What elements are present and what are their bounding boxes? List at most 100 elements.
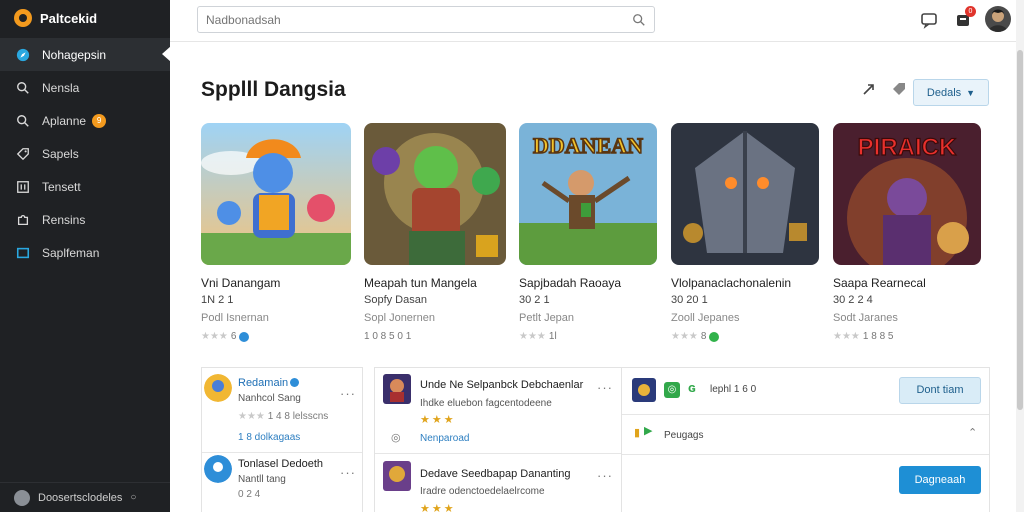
sidebar-item-label: Tensett <box>42 179 81 194</box>
badge-icon: ▮ <box>634 427 641 439</box>
list-item-subtitle: Nanhcol Sang <box>238 393 301 404</box>
sidebar-item-label: Nensla <box>42 80 80 95</box>
sidebar-item-apps[interactable]: Aplanne 9 <box>0 104 170 137</box>
tag-icon <box>893 83 905 95</box>
game-developer: Sopl Jonernen <box>364 312 435 324</box>
scrollbar-thumb[interactable] <box>1017 50 1023 410</box>
game-artwork <box>364 123 506 265</box>
game-card[interactable]: Vni Danangam 1N 2 1 Podl Isnernan ★★★ 6 <box>201 123 351 342</box>
game-rating: 1 0 8 5 0 1 <box>364 331 506 342</box>
game-thumbnail <box>632 378 656 402</box>
footer-label: Doosertsclodeles <box>38 491 123 504</box>
person-icon <box>988 9 1008 32</box>
share-button[interactable] <box>858 78 880 100</box>
sidebar-item-label: Saplfeman <box>42 245 100 260</box>
list-item-title: Redamain <box>238 377 289 389</box>
game-meta: 30 2 1 <box>519 294 550 306</box>
game-thumbnail <box>383 461 411 491</box>
search-box[interactable] <box>197 6 655 33</box>
user-avatar <box>14 489 30 506</box>
search-icon <box>17 114 29 127</box>
game-title: Saapa Rearnecal <box>833 276 926 290</box>
game-developer: Podl Isnernan <box>201 312 269 324</box>
list-item-link[interactable]: Nenparoad <box>420 433 469 444</box>
collapse-icon[interactable]: ⌃ <box>968 426 977 439</box>
sidebar: Paltcekid Nohagepsin Nensla Aplanne 9 Sa… <box>0 0 171 512</box>
more-options-icon[interactable]: ··· <box>597 468 613 483</box>
more-options-icon[interactable]: ··· <box>340 386 356 401</box>
list-item[interactable]: Redamain ··· Nanhcol Sang ★★★ 1 4 8 lels… <box>202 368 362 452</box>
game-rating: ★★★ 1 8 8 5 <box>833 331 981 342</box>
sidebar-item-home[interactable]: Nohagepsin <box>0 38 171 71</box>
game-artwork <box>201 123 351 265</box>
refresh-icon[interactable]: ◎ <box>664 382 680 398</box>
primary-action-button[interactable]: Dagneaah <box>899 466 981 494</box>
star-icon: ★★★ <box>238 411 265 422</box>
more-options-icon[interactable]: ··· <box>597 380 613 395</box>
sidebar-item-saplfeman[interactable]: Saplfeman <box>0 236 170 269</box>
game-meta: 1N 2 1 <box>201 294 234 306</box>
details-dropdown[interactable]: Dedals ▼ <box>913 79 989 106</box>
game-rating: ★★★ 6 <box>201 331 351 342</box>
list-item-title: Unde Ne Selpanbck Debchaenlar <box>420 379 584 391</box>
grid-icon <box>17 180 29 193</box>
sidebar-item-label: Rensins <box>42 212 86 227</box>
game-title: Sapjbadah Raoaya <box>519 276 622 290</box>
game-rating: ★★★ 1l <box>519 331 657 342</box>
star-icon: ★★★ <box>201 331 228 342</box>
game-card[interactable]: Vlolpanaclachonalenin 30 20 1 Zooll Jepa… <box>671 123 819 342</box>
puzzle-icon <box>17 214 29 225</box>
search-icon[interactable] <box>632 13 646 27</box>
details-dropdown-label: Dedals <box>926 86 962 99</box>
list-item[interactable]: Unde Ne Selpanbck Debchaenlar ··· Ihdke … <box>375 368 621 453</box>
sidebar-item-search[interactable]: Nensla <box>0 71 170 104</box>
tag-button[interactable] <box>888 78 910 100</box>
title-actions <box>858 78 910 100</box>
list-item-subtitle: Ihdke eluebon fagcentodeene <box>420 398 552 409</box>
sidebar-item-label: Aplanne <box>42 113 87 128</box>
sidebar-item-label: Sapels <box>42 146 79 161</box>
follow-button[interactable]: Dont tiam <box>899 377 981 404</box>
sync-icon: ɢ <box>688 380 696 395</box>
list-item[interactable]: Dedave Seedbapap Dananting ··· Iradre od… <box>375 454 621 512</box>
profile-avatar[interactable] <box>985 6 1011 32</box>
notification-badge: 9 <box>92 113 107 128</box>
avatar <box>204 374 232 402</box>
sidebar-nav: Nohagepsin Nensla Aplanne 9 Sapels Tense… <box>0 38 171 269</box>
more-options-icon[interactable]: ··· <box>340 465 356 480</box>
chat-icon[interactable] <box>919 10 939 30</box>
search-input[interactable] <box>198 7 618 32</box>
brand-name: Paltcekid <box>40 10 98 26</box>
rating-value: 1 8 8 5 <box>862 331 894 342</box>
game-artwork: PIRAICK <box>833 123 981 265</box>
sidebar-item-tensett[interactable]: Tensett <box>0 170 170 203</box>
sidebar-footer[interactable]: Doosertsclodeles ○ <box>0 482 170 512</box>
row-label: Peugags <box>664 430 704 441</box>
sidebar-item-rensins[interactable]: Rensins <box>0 203 170 236</box>
brand[interactable]: Paltcekid <box>0 0 170 36</box>
game-art-logo-text: PIRAICK <box>858 134 957 161</box>
game-card[interactable]: DDANEAN Sapjbadah Raoaya 30 2 1 Petlt Je… <box>519 123 657 342</box>
list-item-title: Tonlasel Dedoeth <box>238 458 324 470</box>
list-item-meta: ★★★ 1 4 8 lelsscns <box>238 411 328 422</box>
window-icon <box>16 247 30 258</box>
compass-icon <box>16 48 30 61</box>
game-card[interactable]: PIRAICK Saapa Rearnecal 30 2 2 4 Sodt Ja… <box>833 123 981 342</box>
scrollbar[interactable] <box>1016 0 1024 512</box>
game-meta: Sopfy Dasan <box>364 294 427 306</box>
sidebar-item-sapels[interactable]: Sapels <box>0 137 170 170</box>
row-label: lephl 1 6 0 <box>710 384 757 395</box>
list-item-meta: 0 2 4 <box>238 489 261 500</box>
middle-panel: Unde Ne Selpanbck Debchaenlar ··· Ihdke … <box>374 367 622 512</box>
game-title: Vlolpanaclachonalenin <box>671 276 792 290</box>
list-item[interactable]: Tonlasel Dedoeth ··· Nantll tang 0 2 4 <box>202 453 362 512</box>
list-item-link[interactable]: 1 8 dolkagaas <box>238 432 300 443</box>
game-card[interactable]: Meapah tun Mangela Sopfy Dasan Sopl Jone… <box>364 123 506 342</box>
right-panel: ◎ ɢ lephl 1 6 0 Dont tiam ▮ ▶ Peugags ⌃ … <box>622 367 990 512</box>
game-title: Meapah tun Mangela <box>364 276 477 290</box>
game-title: Vni Danangam <box>201 276 281 290</box>
game-rating: ★★★ 8 <box>671 331 819 342</box>
list-item-subtitle: Nantll tang <box>238 474 286 485</box>
star-rating-icon: ★★★ <box>420 414 456 426</box>
notifications-button[interactable]: 0 <box>953 6 976 30</box>
